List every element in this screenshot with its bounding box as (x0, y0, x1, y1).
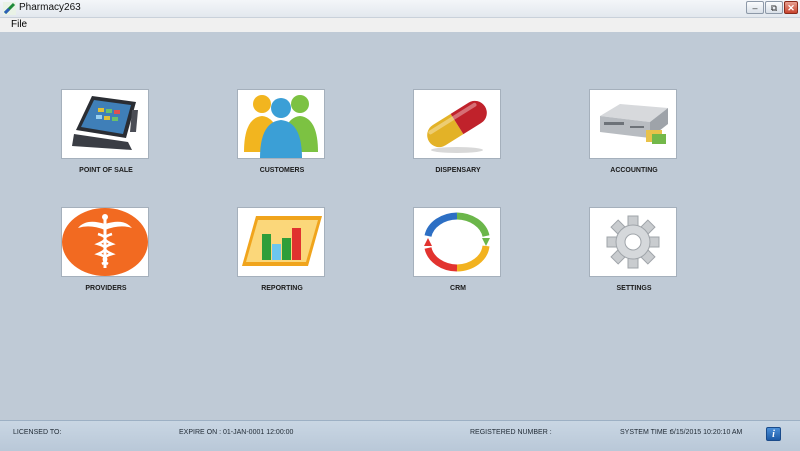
tile-image[interactable] (237, 89, 325, 159)
system-time-label: SYSTEM TIME : (620, 429, 672, 436)
system-time-value: 6/15/2015 10:20:10 AM (670, 429, 743, 436)
menu-file[interactable]: File (11, 19, 27, 30)
tile-label: CRM (450, 285, 466, 292)
close-button[interactable]: ✕ (784, 1, 798, 14)
crm-cycle-icon (424, 212, 490, 272)
tile-label: REPORTING (261, 285, 303, 292)
menu-bar: File (0, 18, 800, 32)
expire-on-value: 01-JAN-0001 12:00:00 (223, 429, 294, 436)
tile-image[interactable] (589, 89, 677, 159)
title-bar: Pharmacy263 – ⧉ ✕ (0, 0, 800, 18)
restore-button[interactable]: ⧉ (765, 1, 783, 14)
gear-icon (606, 215, 660, 269)
server-icon (600, 104, 668, 144)
tile-label: DISPENSARY (435, 167, 481, 174)
tile-label: CUSTOMERS (259, 167, 305, 174)
expire-on-label: EXPIRE ON : (179, 429, 222, 436)
tile-label: PROVIDERS (85, 285, 127, 292)
pos-terminal-icon (72, 96, 138, 150)
tile-image[interactable] (61, 89, 149, 159)
tile-label: SETTINGS (616, 285, 652, 292)
tile-image[interactable] (589, 207, 677, 277)
tile-image[interactable] (237, 207, 325, 277)
registered-number-label: REGISTERED NUMBER : (470, 429, 552, 436)
status-bar: LICENSED TO: EXPIRE ON : 01-JAN-0001 12:… (0, 420, 800, 451)
tile-label: POINT OF SALE (79, 167, 133, 174)
licensed-to-label: LICENSED TO: (13, 429, 62, 436)
tile-image[interactable] (413, 89, 501, 159)
info-button[interactable]: i (766, 427, 781, 441)
tile-image[interactable] (413, 207, 501, 277)
tile-image[interactable] (61, 207, 149, 277)
customers-people-icon (244, 95, 318, 158)
main-dashboard: POINT OF SALE CUSTOMERS DISPENSARY ACCOU… (0, 32, 800, 420)
tile-label: ACCOUNTING (610, 167, 658, 174)
bar-chart-icon (242, 216, 322, 266)
caduceus-icon (62, 208, 148, 276)
minimize-button[interactable]: – (746, 1, 764, 14)
window-title: Pharmacy263 (19, 2, 81, 13)
pill-capsule-icon (427, 100, 487, 153)
app-icon (3, 2, 16, 15)
